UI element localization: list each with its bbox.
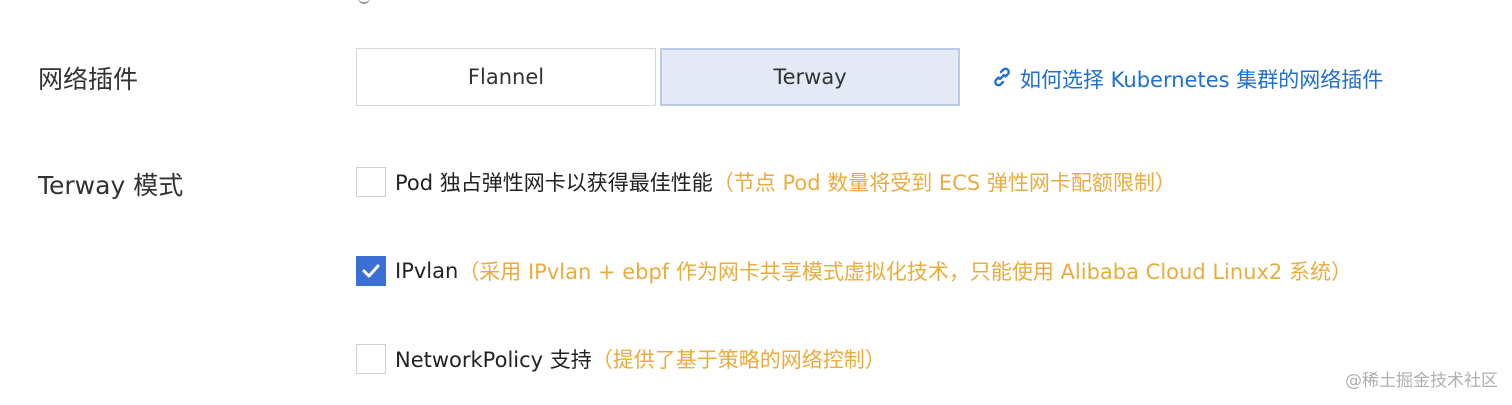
networkpolicy-label: NetworkPolicy 支持 [395, 348, 592, 372]
exclusive-eni-label: Pod 独占弹性网卡以获得最佳性能 [395, 171, 713, 195]
networkpolicy-note: （提供了基于策略的网络控制） [591, 348, 886, 372]
option-exclusive-eni: Pod 独占弹性网卡以获得最佳性能 （节点 Pod 数量将受到 ECS 弹性网卡… [356, 167, 1176, 197]
ipvlan-note: （采用 IPvlan + ebpf 作为网卡共享模式虚拟化技术，只能使用 Ali… [458, 260, 1352, 284]
network-plugin-label: 网络插件 [38, 65, 139, 94]
terway-mode-label: Terway 模式 [38, 171, 184, 200]
partial-icon [358, 0, 370, 4]
ipvlan-checkbox[interactable] [356, 256, 386, 286]
watermark: @稀土掘金技术社区 [1345, 371, 1498, 391]
network-plugin-selector: Flannel Terway [356, 48, 960, 106]
network-plugin-help-link[interactable]: 如何选择 Kubernetes 集群的网络插件 [990, 64, 1383, 94]
help-link-text: 如何选择 Kubernetes 集群的网络插件 [1020, 68, 1384, 92]
exclusive-eni-note: （节点 Pod 数量将受到 ECS 弹性网卡配额限制） [712, 171, 1176, 195]
link-icon [990, 65, 1014, 94]
networkpolicy-checkbox[interactable] [356, 344, 386, 374]
flannel-option-button[interactable]: Flannel [356, 48, 656, 106]
ipvlan-label: IPvlan [395, 259, 459, 283]
terway-option-button[interactable]: Terway [660, 48, 960, 106]
checkmark-icon [362, 264, 380, 278]
option-networkpolicy: NetworkPolicy 支持 （提供了基于策略的网络控制） [356, 344, 886, 374]
option-ipvlan: IPvlan （采用 IPvlan + ebpf 作为网卡共享模式虚拟化技术，只… [356, 256, 1352, 286]
exclusive-eni-checkbox[interactable] [356, 167, 386, 197]
